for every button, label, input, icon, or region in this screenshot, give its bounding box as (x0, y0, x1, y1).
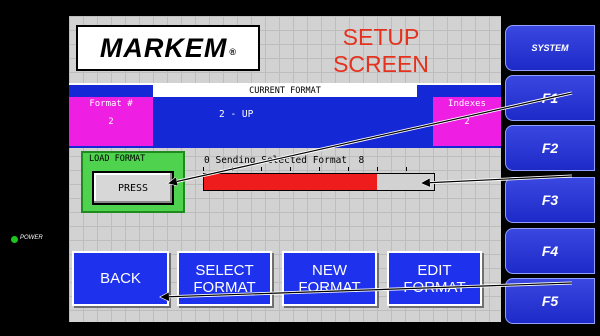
title-line-1: SETUP (342, 24, 420, 50)
current-format-panel: CURRENT FORMAT Format # 2 2 - UP Indexes… (69, 83, 501, 148)
registered-mark: ® (229, 47, 237, 57)
select-format-line-2: FORMAT (193, 278, 256, 296)
indexes-value: 2 (464, 117, 470, 127)
press-button[interactable]: PRESS (92, 171, 174, 205)
progress-ticks (203, 167, 435, 171)
format-number-value: 2 (108, 117, 114, 127)
power-label: POWER (20, 235, 43, 241)
edit-format-line-2: FORMAT (403, 278, 466, 296)
edit-format-button[interactable]: EDIT FORMAT (387, 251, 482, 306)
load-format-box: LOAD FORMAT PRESS (81, 151, 185, 213)
new-format-line-1: NEW (312, 261, 347, 279)
edit-format-line-1: EDIT (417, 261, 452, 279)
title-line-2: SCREEN (333, 51, 429, 77)
page-title: SETUP SCREEN (321, 24, 441, 78)
select-format-button[interactable]: SELECT FORMAT (177, 251, 272, 306)
progress-label: Sending Selected Format (215, 155, 348, 166)
indexes-label: Indexes (448, 99, 486, 109)
progress-start-label: 0 (204, 155, 210, 166)
format-number-label: Format # (89, 99, 133, 109)
f3-key[interactable]: F3 (505, 177, 595, 223)
new-format-button[interactable]: NEW FORMAT (282, 251, 377, 306)
indexes-box: Indexes 2 (433, 97, 501, 146)
progress-end-label: 8 (358, 155, 365, 166)
new-format-line-2: FORMAT (298, 278, 361, 296)
current-format-value: 2 - UP (219, 109, 254, 120)
power-led-icon (11, 236, 18, 243)
f1-key[interactable]: F1 (505, 75, 595, 121)
f2-key[interactable]: F2 (505, 125, 595, 171)
logo-text: MARKEM (99, 32, 228, 63)
format-number-box: Format # 2 (69, 97, 153, 146)
sending-progress-bar (203, 173, 435, 191)
system-key[interactable]: SYSTEM (505, 25, 595, 71)
progress-caption: 0 Sending Selected Format 8 (204, 155, 364, 166)
current-format-header: CURRENT FORMAT (153, 85, 417, 97)
load-format-label: LOAD FORMAT (89, 154, 146, 164)
back-button[interactable]: BACK (72, 251, 169, 306)
select-format-line-1: SELECT (195, 261, 254, 279)
f5-key[interactable]: F5 (505, 278, 595, 324)
f4-key[interactable]: F4 (505, 228, 595, 274)
hmi-screen: MARKEM ® SETUP SCREEN CURRENT FORMAT For… (69, 16, 501, 322)
markem-logo: MARKEM ® (76, 25, 260, 71)
progress-fill (204, 174, 377, 190)
